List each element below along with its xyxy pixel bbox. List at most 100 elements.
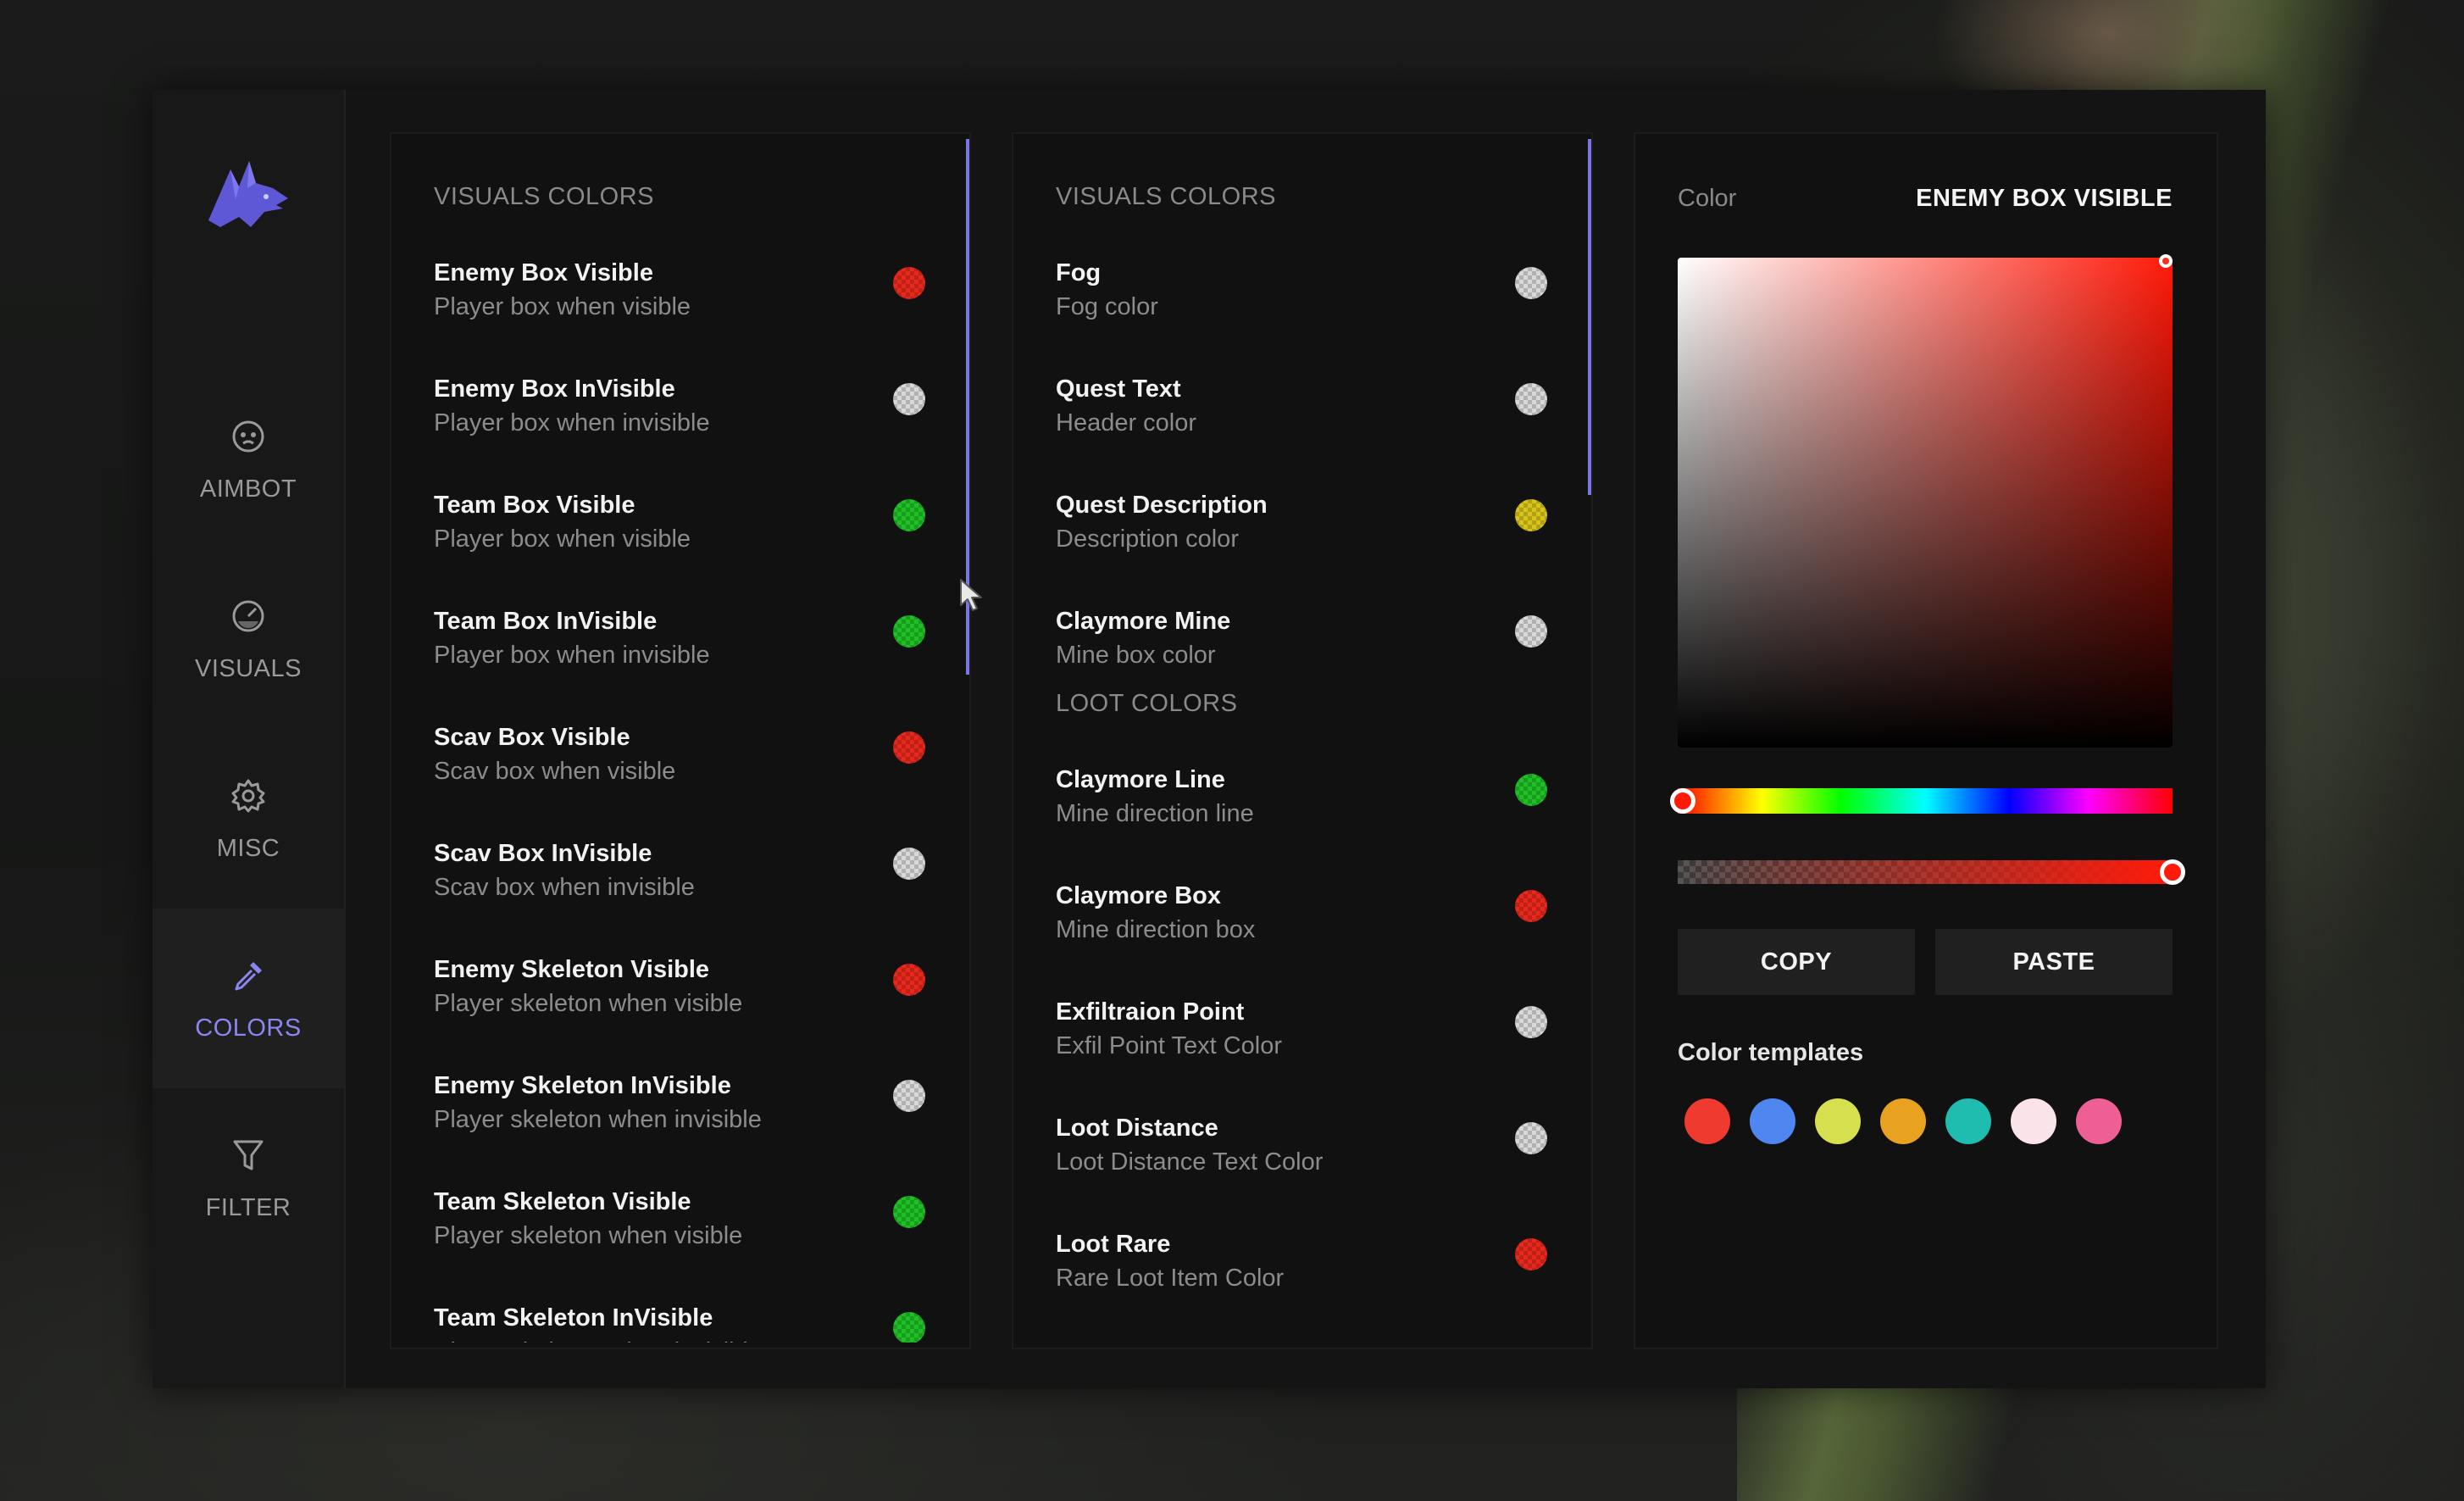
row-description: Header color	[1056, 409, 1197, 436]
color-setting-row[interactable]: Enemy Box Visible Player box when visible	[434, 259, 934, 353]
color-template-swatch[interactable]	[2076, 1098, 2122, 1144]
nav-colors-label: COLORS	[195, 1014, 302, 1042]
row-description: Player box when visible	[434, 293, 691, 320]
color-setting-row[interactable]: Claymore Line Mine direction line	[1056, 766, 1556, 859]
nav-visuals[interactable]: VISUALS	[153, 549, 344, 729]
color-swatch[interactable]	[893, 267, 925, 299]
color-setting-row[interactable]: Claymore Box Mine direction box	[1056, 882, 1556, 976]
copy-button[interactable]: COPY	[1678, 929, 1915, 995]
row-title: Claymore Mine	[1056, 608, 1231, 635]
row-title: Scav Box Visible	[434, 724, 630, 751]
color-setting-row[interactable]: Quest Text Header color	[1056, 375, 1556, 469]
color-template-swatch[interactable]	[2011, 1098, 2056, 1144]
sidebar: AIMBOT VISUALS MISC COLORS FILTER	[153, 90, 346, 1388]
nav-filter[interactable]: FILTER	[153, 1088, 344, 1268]
visuals-colors-panel-right[interactable]: VISUALS COLORS Fog Fog color Quest Text Hea…	[1012, 132, 1593, 1349]
section-title: VISUALS COLORS	[1056, 183, 1277, 210]
nav-colors[interactable]: COLORS	[153, 909, 344, 1088]
color-swatch[interactable]	[1515, 383, 1547, 415]
nav-aimbot-label: AIMBOT	[199, 475, 297, 503]
row-title: Team Box Visible	[434, 492, 635, 519]
color-setting-row[interactable]: Team Box Visible Player box when visible	[434, 492, 934, 585]
color-swatch[interactable]	[893, 383, 925, 415]
color-template-swatch[interactable]	[1815, 1098, 1861, 1144]
color-swatch[interactable]	[893, 1312, 925, 1344]
row-description: Player box when visible	[434, 525, 691, 553]
color-setting-row[interactable]: Scav Box InVisible Scav box when invisibl…	[434, 840, 934, 933]
color-swatch[interactable]	[1515, 499, 1547, 531]
row-title: Team Skeleton Visible	[434, 1188, 691, 1215]
row-title: Enemy Box InVisible	[434, 375, 675, 403]
visuals-colors-panel-left[interactable]: VISUALS COLORS Enemy Box Visible Player b…	[390, 132, 971, 1349]
picker-label: Color	[1678, 185, 1737, 212]
color-swatch[interactable]	[1515, 774, 1547, 806]
color-swatch[interactable]	[1515, 1122, 1547, 1154]
color-setting-row[interactable]: Enemy Skeleton InVisible Player skeleton …	[434, 1072, 934, 1165]
row-title: Quest Description	[1056, 492, 1268, 519]
row-description: Scav box when visible	[434, 758, 676, 785]
color-swatch[interactable]	[893, 1080, 925, 1112]
row-description: Player box when invisible	[434, 409, 710, 436]
color-setting-row[interactable]: Enemy Skeleton Visible Player skeleton wh…	[434, 956, 934, 1049]
row-description: Mine box color	[1056, 642, 1216, 669]
row-description: Mine direction line	[1056, 800, 1254, 827]
color-swatch[interactable]	[893, 499, 925, 531]
row-title: Quest Text	[1056, 375, 1181, 403]
hue-slider-handle[interactable]	[1669, 788, 1695, 814]
picker-target-name: ENEMY BOX VISIBLE	[1916, 185, 2173, 212]
color-swatch[interactable]	[893, 848, 925, 880]
color-template-swatch[interactable]	[1684, 1098, 1730, 1144]
saturation-value-area[interactable]	[1678, 258, 2173, 748]
alpha-slider[interactable]	[1678, 860, 2173, 884]
color-setting-row[interactable]: Team Box InVisible Player box when invisi…	[434, 608, 934, 701]
nav-misc[interactable]: MISC	[153, 729, 344, 909]
loot-colors-title: LOOT COLORS	[1056, 690, 1238, 717]
color-setting-row[interactable]: Fog Fog color	[1056, 259, 1556, 353]
row-title: Enemy Skeleton Visible	[434, 956, 710, 983]
color-setting-row[interactable]: Loot Distance Loot Distance Text Color	[1056, 1115, 1556, 1208]
gear-icon	[231, 779, 265, 812]
color-templates-title: Color templates	[1678, 1039, 1864, 1066]
row-description: Rare Loot Item Color	[1056, 1265, 1285, 1292]
row-description: Fog color	[1056, 293, 1158, 320]
color-swatch[interactable]	[1515, 1006, 1547, 1038]
color-setting-row[interactable]: Claymore Mine Mine box color	[1056, 608, 1556, 701]
color-swatch[interactable]	[893, 731, 925, 764]
nav-filter-label: FILTER	[205, 1193, 291, 1221]
eyedropper-icon	[235, 961, 262, 990]
app-window: AIMBOT VISUALS MISC COLORS FILTER VISUAL…	[153, 90, 2266, 1388]
color-setting-row[interactable]: Team Skeleton Visible Player skeleton whe…	[434, 1188, 934, 1281]
color-setting-row[interactable]: Scav Box Visible Scav box when visible	[434, 724, 934, 817]
row-title: Claymore Box	[1056, 882, 1222, 909]
color-picker-panel: Color ENEMY BOX VISIBLE COPY PASTE Color…	[1634, 132, 2218, 1349]
color-swatch[interactable]	[1515, 267, 1547, 299]
section-title: VISUALS COLORS	[434, 183, 655, 210]
nav-aimbot[interactable]: AIMBOT	[153, 370, 344, 549]
row-title: Fog	[1056, 259, 1102, 286]
color-setting-row[interactable]: Quest Description Description color	[1056, 492, 1556, 585]
wolf-logo-icon	[208, 161, 288, 227]
color-swatch[interactable]	[1515, 890, 1547, 922]
saturation-value-handle[interactable]	[2159, 254, 2173, 268]
color-setting-row[interactable]: Exfiltraion Point Exfil Point Text Color	[1056, 998, 1556, 1092]
row-description: Player box when invisible	[434, 642, 710, 669]
color-setting-row[interactable]: Loot Rare Rare Loot Item Color	[1056, 1231, 1556, 1324]
color-swatch[interactable]	[1515, 615, 1547, 648]
color-swatch[interactable]	[893, 1196, 925, 1228]
color-swatch[interactable]	[1515, 1238, 1547, 1270]
scrollbar-thumb[interactable]	[1588, 139, 1591, 495]
color-swatch[interactable]	[893, 615, 925, 648]
nav-misc-label: MISC	[216, 834, 280, 862]
alpha-slider-handle[interactable]	[2160, 859, 2185, 885]
row-description: Scav box when invisible	[434, 874, 695, 901]
color-template-swatch[interactable]	[1880, 1098, 1926, 1144]
color-swatch[interactable]	[893, 964, 925, 996]
row-title: Enemy Skeleton InVisible	[434, 1072, 731, 1099]
face-icon	[232, 420, 264, 452]
row-title: Loot Distance	[1056, 1115, 1218, 1142]
color-template-swatch[interactable]	[1750, 1098, 1795, 1144]
paste-button[interactable]: PASTE	[1935, 929, 2173, 995]
color-setting-row[interactable]: Enemy Box InVisible Player box when invis…	[434, 375, 934, 469]
hue-slider[interactable]	[1678, 788, 2173, 814]
color-template-swatch[interactable]	[1945, 1098, 1991, 1144]
